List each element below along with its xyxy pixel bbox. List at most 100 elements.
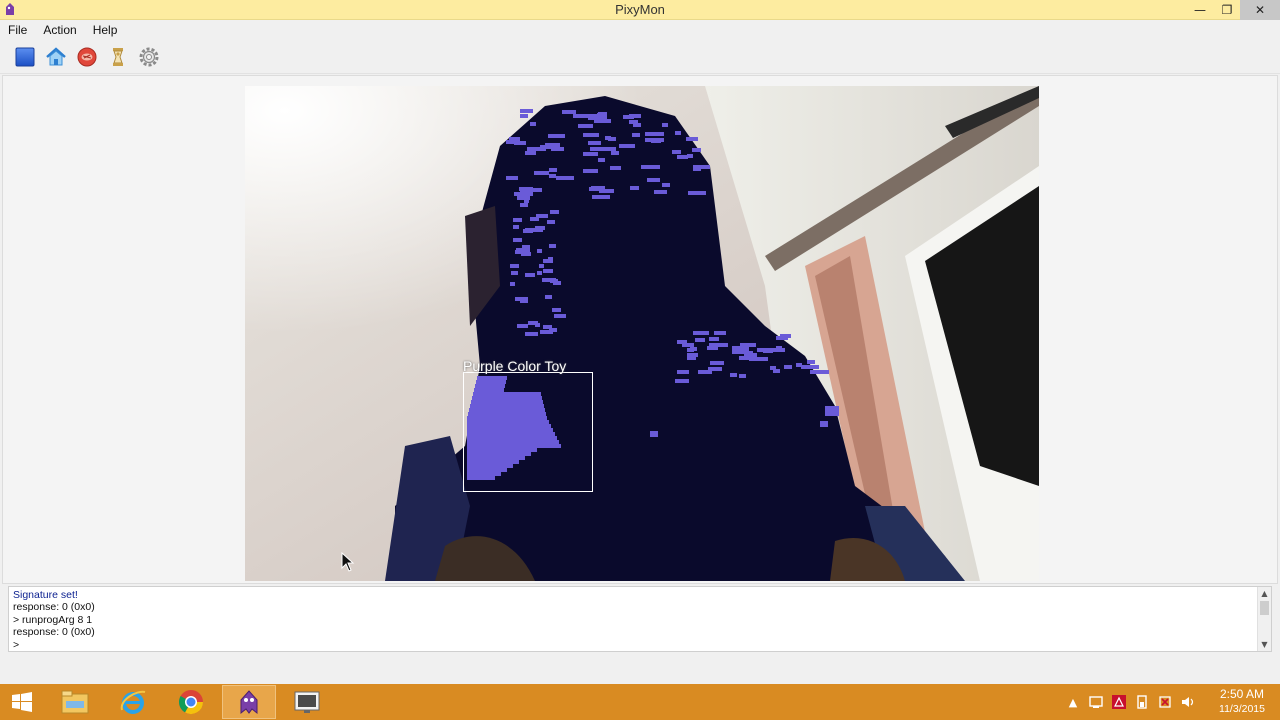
taskbar-clock[interactable]: 2:50 AM 11/3/2015: [1212, 687, 1272, 716]
signature-pixel: [686, 137, 698, 141]
signature-pixel: [543, 269, 553, 273]
signature-pixel: [693, 331, 709, 335]
signature-pixel: [535, 226, 545, 230]
signature-pixel: [548, 257, 553, 261]
close-button[interactable]: ✕: [1240, 0, 1280, 20]
console-prompt[interactable]: >: [13, 639, 95, 651]
signature-pixel: [709, 343, 728, 347]
signature-pixel: [552, 308, 561, 312]
maximize-button[interactable]: ❐: [1214, 0, 1240, 20]
signature-pixel: [807, 360, 815, 364]
internet-explorer-icon: [120, 690, 146, 714]
default-program-button[interactable]: [107, 46, 129, 68]
signature-pixel: [520, 114, 528, 118]
signature-pixel: [515, 297, 528, 301]
signature-pixel: [583, 152, 598, 156]
mouse-cursor-icon: [341, 552, 355, 572]
signature-pixel: [554, 314, 566, 318]
signature-pixel: [510, 282, 515, 286]
signature-pixel: [773, 369, 780, 373]
signature-pixel: [549, 174, 556, 178]
menu-file[interactable]: File: [8, 23, 27, 37]
signature-pixel: [732, 350, 749, 354]
signature-pixel: [611, 151, 619, 155]
signature-pixel: [592, 195, 610, 199]
scroll-thumb[interactable]: [1260, 601, 1269, 615]
signature-pixel: [820, 421, 828, 427]
stop-icon: [15, 47, 35, 66]
signature-pixel: [513, 218, 522, 222]
taskbar-pixymon[interactable]: [222, 685, 276, 719]
signature-pixel: [693, 167, 701, 171]
tray-network-drive-icon[interactable]: [1089, 695, 1103, 709]
home-button[interactable]: [45, 46, 67, 68]
tray-action-center-icon[interactable]: [1158, 695, 1172, 709]
signature-pixel: [641, 165, 650, 169]
signature-pixel: [588, 141, 601, 145]
signature-pixel: [776, 346, 782, 350]
console-output[interactable]: Signature set! response: 0 (0x0) > runpr…: [8, 586, 1272, 652]
console-line: > runprogArg 8 1: [13, 613, 93, 626]
signature-pixel: [539, 264, 544, 268]
signature-pixel: [588, 114, 607, 118]
signature-pixel: [537, 271, 542, 275]
signature-pixel: [549, 168, 557, 172]
home-icon: [46, 46, 66, 65]
media-app-icon: [294, 691, 320, 713]
taskbar-internet-explorer[interactable]: [106, 685, 160, 719]
signature-pixel: [645, 132, 664, 136]
camera-video-frame[interactable]: Purple Color Toy: [245, 86, 1039, 581]
chrome-icon: [178, 690, 203, 715]
signature-pixel: [708, 367, 722, 371]
signature-pixel: [530, 122, 536, 126]
tray-volume-icon[interactable]: [1181, 695, 1195, 709]
video-panel: Purple Color Toy: [2, 75, 1278, 584]
signature-pixel: [654, 190, 667, 194]
signature-pixel: [589, 187, 605, 191]
tray-acrobat-icon[interactable]: [1112, 695, 1126, 709]
signature-pixel: [757, 348, 771, 352]
windows-start-icon: [12, 692, 32, 712]
file-explorer-icon: [61, 690, 89, 714]
menu-action[interactable]: Action: [43, 23, 76, 37]
console-lines: Signature set! response: 0 (0x0) > runpr…: [13, 589, 95, 651]
signature-pixel: [550, 210, 559, 214]
signature-pixel: [677, 155, 688, 159]
signature-pixel: [599, 147, 616, 151]
tray-chevron-up-icon[interactable]: ▲: [1066, 695, 1080, 709]
signature-pixel: [513, 225, 519, 229]
console-scrollbar[interactable]: ▲ ▼: [1257, 587, 1271, 651]
signature-pixel: [709, 337, 719, 341]
signature-pixel: [662, 183, 670, 187]
signature-pixel: [562, 110, 576, 114]
system-tray: ▲: [1066, 684, 1195, 720]
signature-pixel: [517, 196, 530, 200]
signature-pixel: [510, 264, 519, 268]
taskbar-chrome[interactable]: [164, 685, 218, 719]
signature-pixel: [714, 331, 726, 335]
signature-pixel: [630, 186, 639, 190]
window-title: PixyMon: [615, 2, 665, 17]
signature-pixel: [583, 169, 598, 173]
settings-button[interactable]: [138, 46, 160, 68]
signature-pixel: [506, 176, 518, 180]
console-line: response: 0 (0x0): [13, 601, 95, 614]
menu-help[interactable]: Help: [93, 23, 118, 37]
scroll-up-arrow-icon[interactable]: ▲: [1258, 587, 1271, 600]
taskbar-media-app[interactable]: [280, 685, 334, 719]
taskbar-file-explorer[interactable]: [48, 685, 102, 719]
signature-pixel: [647, 178, 660, 182]
raw-video-icon: [77, 47, 97, 66]
signature-pixel: [810, 370, 829, 374]
scroll-down-arrow-icon[interactable]: ▼: [1258, 638, 1271, 651]
signature-pixel: [543, 325, 552, 329]
signature-pixel: [740, 343, 756, 347]
start-button[interactable]: [0, 685, 44, 719]
raw-video-button[interactable]: [76, 46, 98, 68]
signature-bounding-box[interactable]: [463, 372, 593, 492]
stop-button[interactable]: [14, 46, 36, 68]
minimize-button[interactable]: —: [1186, 0, 1214, 20]
signature-pixel: [605, 136, 611, 140]
tray-power-icon[interactable]: [1135, 695, 1149, 709]
signature-pixel: [730, 373, 737, 377]
